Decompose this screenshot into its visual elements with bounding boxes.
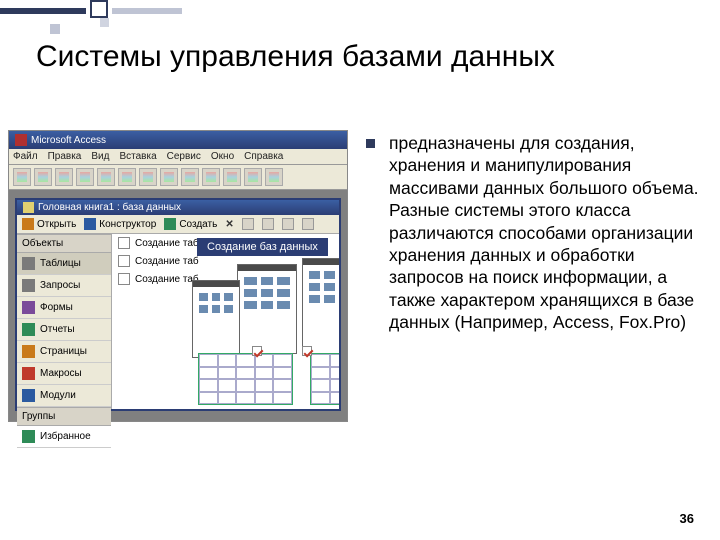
access-screenshot: Microsoft Access Файл Правка Вид Вставка… <box>8 130 348 422</box>
database-window: Головная книга1 : база данных Открыть Ко… <box>15 198 341 411</box>
db-window-titlebar: Головная книга1 : база данных <box>17 200 339 215</box>
slide-title: Системы управления базами данных <box>36 40 555 74</box>
menubar: Файл Правка Вид Вставка Сервис Окно Спра… <box>9 149 347 165</box>
bullet-marker-icon <box>366 139 375 148</box>
design-button[interactable]: Конструктор <box>84 218 156 230</box>
toolbar-button[interactable] <box>160 168 178 186</box>
toolbar-button[interactable] <box>223 168 241 186</box>
sidebar-header-groups: Группы <box>17 407 111 426</box>
menu-item[interactable]: Вид <box>91 151 109 162</box>
db-toolbar: Открыть Конструктор Создать ✕ <box>17 215 339 234</box>
db-icon <box>23 202 34 213</box>
slide-decoration <box>0 0 140 30</box>
sidebar-item-pages[interactable]: Страницы <box>17 341 111 363</box>
view-button[interactable] <box>282 218 294 230</box>
objects-sidebar: Объекты Таблицы Запросы Формы Отчеты Стр… <box>17 234 112 409</box>
toolbar-button[interactable] <box>118 168 136 186</box>
mdi-workspace: Головная книга1 : база данных Открыть Ко… <box>9 190 347 421</box>
sidebar-item-favorites[interactable]: Избранное <box>17 426 111 448</box>
menu-item[interactable]: Правка <box>48 151 82 162</box>
toolbar-button[interactable] <box>34 168 52 186</box>
view-button[interactable] <box>242 218 254 230</box>
toolbar-button[interactable] <box>181 168 199 186</box>
menu-item[interactable]: Файл <box>13 151 38 162</box>
sidebar-header-objects: Объекты <box>17 234 111 253</box>
view-button[interactable] <box>262 218 274 230</box>
menu-item[interactable]: Вставка <box>119 151 156 162</box>
sidebar-item-queries[interactable]: Запросы <box>17 275 111 297</box>
sidebar-item-reports[interactable]: Отчеты <box>17 319 111 341</box>
delete-icon[interactable]: ✕ <box>225 219 233 230</box>
bullet-text: предназначены для создания, хранения и м… <box>389 132 704 334</box>
page-number: 36 <box>680 511 694 526</box>
main-toolbar <box>9 165 347 190</box>
menu-item[interactable]: Сервис <box>167 151 201 162</box>
db-window-title: Головная книга1 : база данных <box>38 202 181 213</box>
menu-item[interactable]: Окно <box>211 151 234 162</box>
view-button[interactable] <box>302 218 314 230</box>
toolbar-button[interactable] <box>55 168 73 186</box>
toolbar-button[interactable] <box>76 168 94 186</box>
menu-item[interactable]: Справка <box>244 151 283 162</box>
toolbar-button[interactable] <box>244 168 262 186</box>
create-button[interactable]: Создать <box>164 218 217 230</box>
key-icon <box>15 134 27 146</box>
sidebar-item-tables[interactable]: Таблицы <box>17 253 111 275</box>
sidebar-item-modules[interactable]: Модули <box>17 385 111 407</box>
bullet-column: предназначены для создания, хранения и м… <box>366 130 704 422</box>
toolbar-button[interactable] <box>13 168 31 186</box>
sidebar-item-forms[interactable]: Формы <box>17 297 111 319</box>
app-titlebar: Microsoft Access <box>9 131 347 149</box>
open-button[interactable]: Открыть <box>22 218 76 230</box>
app-title: Microsoft Access <box>31 135 106 146</box>
overlay-banner: Создание баз данных <box>197 238 328 256</box>
toolbar-button[interactable] <box>265 168 283 186</box>
toolbar-button[interactable] <box>139 168 157 186</box>
db-main-area: Создание таб Создание таб Создание таб С… <box>112 234 339 409</box>
toolbar-button[interactable] <box>202 168 220 186</box>
clipart-illustration <box>192 258 335 407</box>
sidebar-item-macros[interactable]: Макросы <box>17 363 111 385</box>
toolbar-button[interactable] <box>97 168 115 186</box>
